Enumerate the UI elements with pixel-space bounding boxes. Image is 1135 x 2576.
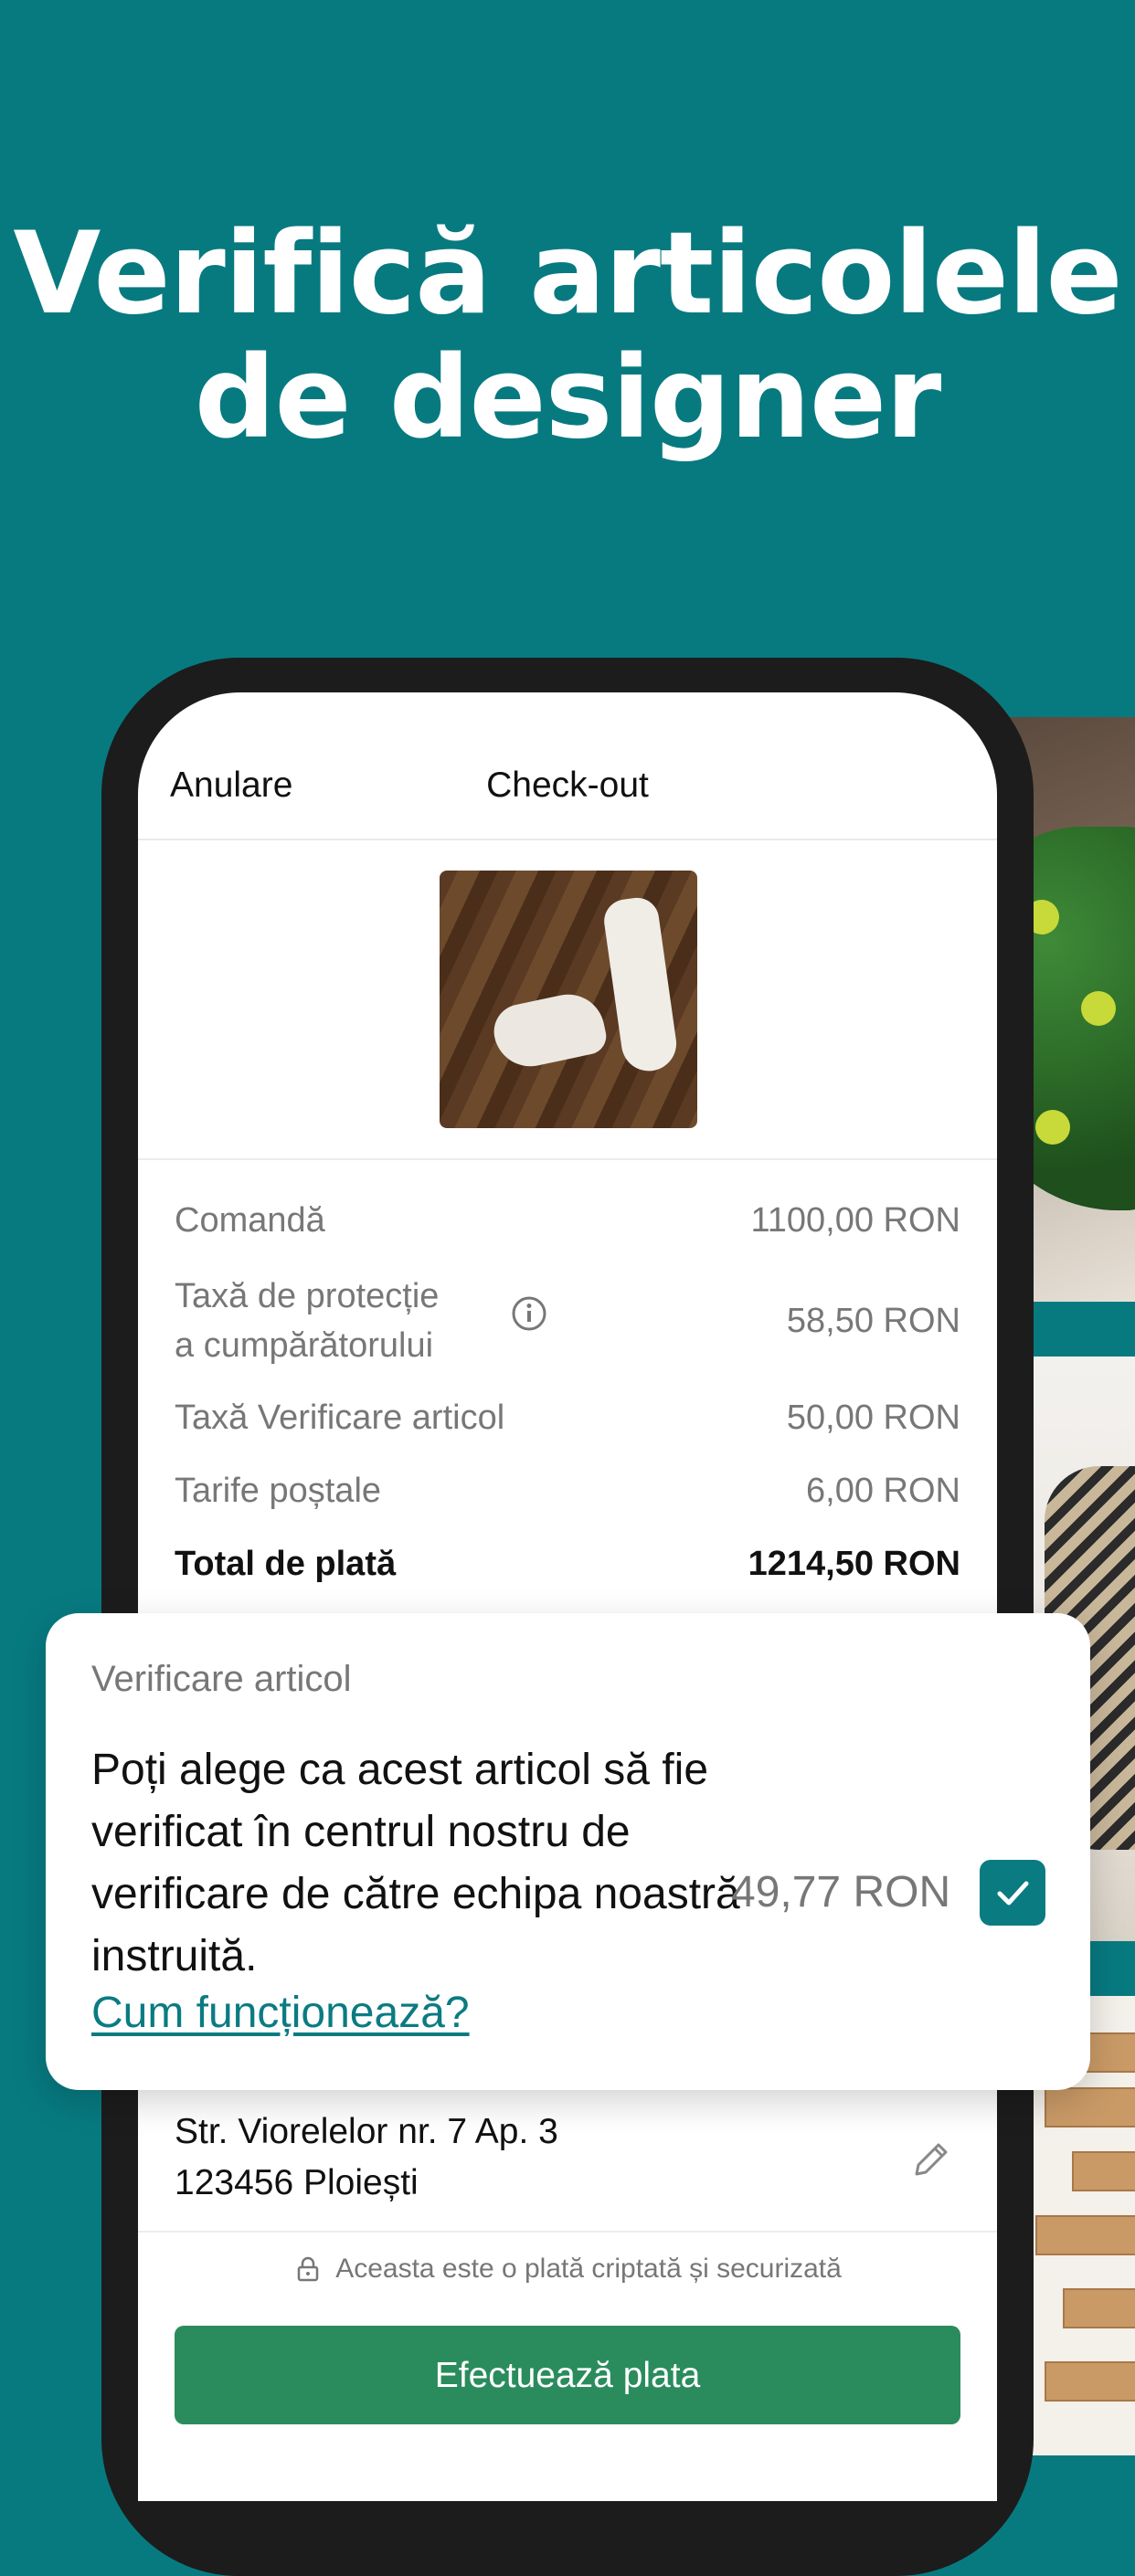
pay-button[interactable]: Efectuează plata: [175, 2326, 960, 2424]
info-icon[interactable]: [511, 1295, 547, 1332]
verification-checkbox[interactable]: [980, 1860, 1045, 1926]
checkout-screen: Anulare Check-out Comandă 1100,00 RON Ta…: [138, 692, 997, 2501]
divider: [138, 1158, 997, 1160]
summary-value: 1100,00 RON: [750, 1201, 960, 1240]
card-description: Poți alege ca acest articol să fie verif…: [91, 1746, 740, 1980]
total-value: 1214,50 RON: [748, 1545, 960, 1583]
product-image: [440, 871, 697, 1128]
summary-label: Comandă: [175, 1201, 325, 1240]
shipping-address[interactable]: Str. Viorelelor nr. 7 Ap. 3 123456 Ploie…: [175, 2106, 558, 2209]
how-it-works-link[interactable]: Cum funcționează?: [91, 1982, 470, 2044]
secure-payment-note: Aceasta este o plată criptată și securiz…: [138, 2253, 997, 2285]
checkmark-icon: [997, 1881, 1029, 1906]
summary-row-buyer-protection: Taxă de protecție a cumpărătorului 58,50…: [175, 1272, 960, 1372]
verification-price: 49,77 RON: [731, 1868, 951, 1916]
secure-note-text: Aceasta este o plată criptată și securiz…: [335, 2254, 842, 2285]
summary-label: Tarife poștale: [175, 1472, 382, 1510]
item-verification-card: Verificare articol Poți alege ca acest a…: [46, 1613, 1090, 2090]
card-eyebrow: Verificare articol: [91, 1659, 352, 1699]
headline-line-2: de designer: [194, 333, 942, 464]
headline-line-1: Verifică articolele: [13, 208, 1122, 340]
summary-label-line-2: a cumpărătorului: [175, 1326, 434, 1365]
pencil-icon[interactable]: [907, 2136, 955, 2183]
promo-headline: Verifică articolele de designer: [0, 212, 1135, 460]
total-label: Total de plată: [175, 1545, 397, 1583]
summary-label: Taxă Verificare articol: [175, 1399, 505, 1437]
summary-value: 6,00 RON: [806, 1472, 960, 1510]
divider: [138, 2231, 997, 2233]
lock-icon: [297, 2256, 319, 2282]
checkout-nav-bar: Anulare Check-out: [138, 692, 997, 840]
summary-value: 50,00 RON: [786, 1399, 960, 1437]
page-title: Check-out: [486, 765, 649, 805]
summary-value: 58,50 RON: [786, 1302, 960, 1340]
summary-label-line-1: Taxă de protecție: [175, 1277, 440, 1315]
address-line-2: 123456 Ploiești: [175, 2163, 419, 2202]
address-line-1: Str. Viorelelor nr. 7 Ap. 3: [175, 2112, 558, 2151]
